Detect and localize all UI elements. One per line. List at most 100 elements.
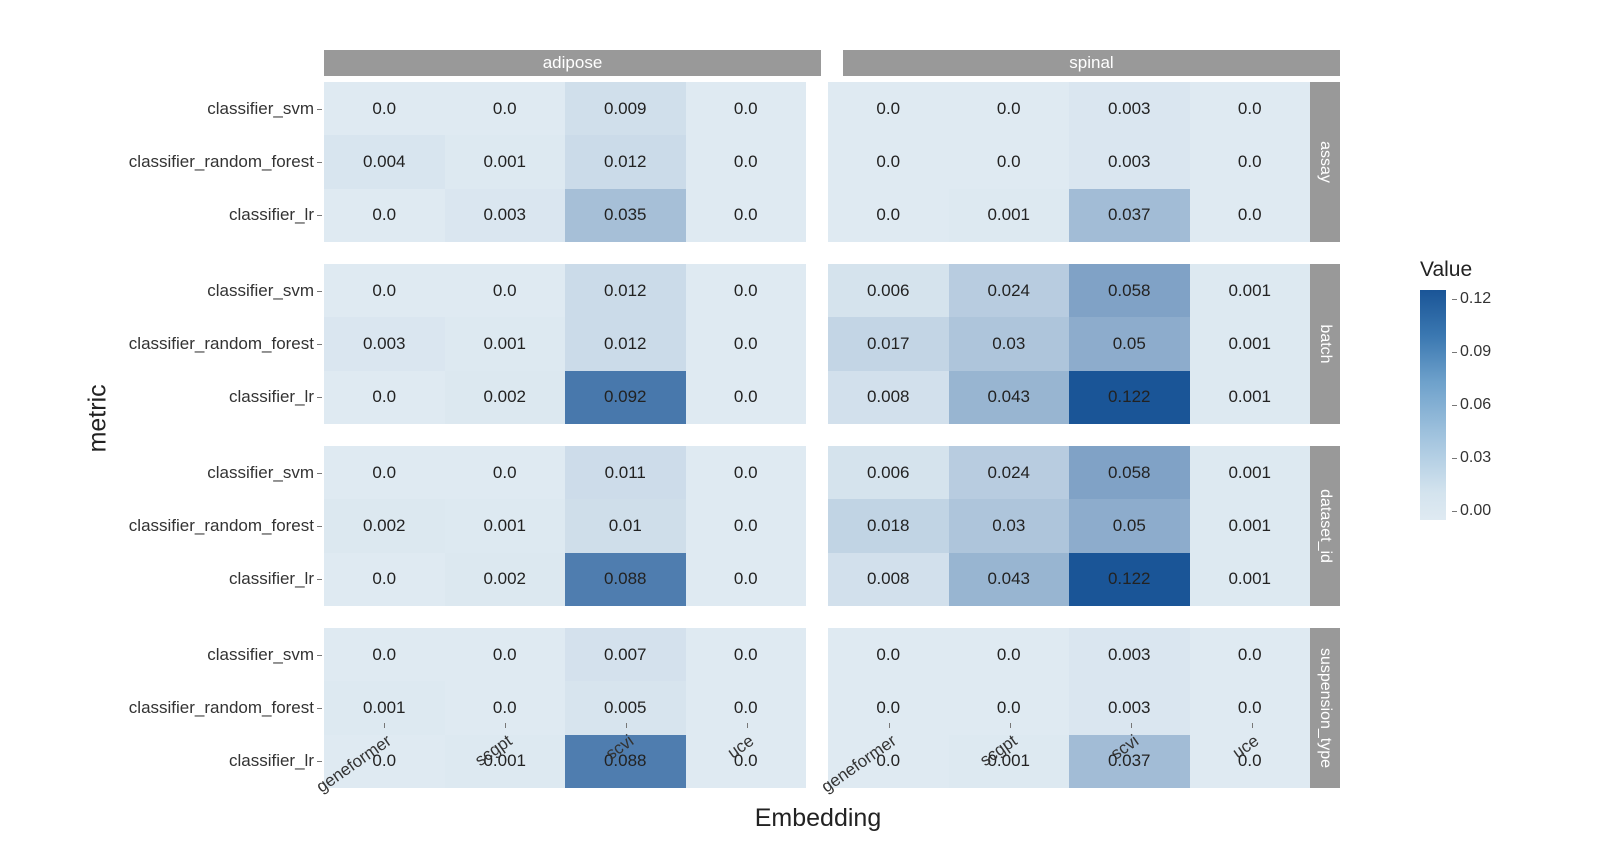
x-tick-label: uce xyxy=(686,727,807,797)
y-tick-label: classifier_lr xyxy=(116,735,324,788)
heatmap-cell: 0.035 xyxy=(565,189,686,242)
y-axis-title: metric xyxy=(84,384,113,452)
heatmap-cell: 0.0 xyxy=(324,446,445,499)
y-tick-label: classifier_lr xyxy=(116,189,324,242)
legend-tick: 0.12 xyxy=(1452,290,1491,308)
heatmap-panel: 0.00.00.0030.00.00.00.0030.00.00.0010.03… xyxy=(828,82,1310,242)
heatmap-cell: 0.006 xyxy=(828,446,949,499)
legend-tick: 0.03 xyxy=(1452,449,1491,467)
x-tick-label: scgpt xyxy=(950,727,1071,797)
heatmap-cell: 0.0 xyxy=(445,446,566,499)
heatmap-cell: 0.001 xyxy=(445,317,566,370)
heatmap-cell: 0.0 xyxy=(445,82,566,135)
heatmap-cell: 0.001 xyxy=(1190,553,1311,606)
heatmap-cell: 0.002 xyxy=(324,499,445,552)
row-strip-dataset_id: dataset_id xyxy=(1310,446,1340,606)
heatmap-cell: 0.001 xyxy=(1190,264,1311,317)
heatmap-cell: 0.0 xyxy=(1190,189,1311,242)
column-strip-adipose: adipose xyxy=(324,50,821,76)
heatmap-cell: 0.0 xyxy=(949,135,1070,188)
heatmap-cell: 0.0 xyxy=(828,628,949,681)
y-tick-label: classifier_svm xyxy=(116,628,324,681)
heatmap-cell: 0.007 xyxy=(565,628,686,681)
heatmap-panel: 0.00.00.0110.00.0020.0010.010.00.00.0020… xyxy=(324,446,806,606)
heatmap-cell: 0.024 xyxy=(949,264,1070,317)
heatmap-cell: 0.006 xyxy=(828,264,949,317)
heatmap-cell: 0.004 xyxy=(324,135,445,188)
heatmap-cell: 0.043 xyxy=(949,553,1070,606)
heatmap-cell: 0.037 xyxy=(1069,189,1190,242)
legend-title: Value xyxy=(1420,258,1560,282)
heatmap-cell: 0.122 xyxy=(1069,371,1190,424)
legend-tick: 0.06 xyxy=(1452,396,1491,414)
legend-color-bar xyxy=(1420,290,1446,520)
heatmap-cell: 0.002 xyxy=(445,553,566,606)
heatmap-cell: 0.058 xyxy=(1069,446,1190,499)
row-strip-assay: assay xyxy=(1310,82,1340,242)
heatmap-cell: 0.0 xyxy=(949,82,1070,135)
legend-tick: 0.00 xyxy=(1452,502,1491,520)
heatmap-cell: 0.092 xyxy=(565,371,686,424)
heatmap-cell: 0.001 xyxy=(1190,446,1311,499)
column-strip-row: adipose spinal xyxy=(324,50,1340,82)
heatmap-cell: 0.05 xyxy=(1069,317,1190,370)
heatmap-cell: 0.011 xyxy=(565,446,686,499)
heatmap-cell: 0.003 xyxy=(1069,82,1190,135)
faceted-heatmap-figure: metric classifier_svmclassifier_random_f… xyxy=(0,0,1600,856)
x-tick-label: scvi xyxy=(1071,727,1192,797)
heatmap-cell: 0.024 xyxy=(949,446,1070,499)
heatmap-cell: 0.001 xyxy=(949,189,1070,242)
main-area: metric classifier_svmclassifier_random_f… xyxy=(80,50,1340,810)
heatmap-cell: 0.008 xyxy=(828,371,949,424)
heatmap-cell: 0.001 xyxy=(445,135,566,188)
heatmap-cell: 0.0 xyxy=(1190,135,1311,188)
heatmap-cell: 0.0 xyxy=(686,264,807,317)
heatmap-cell: 0.017 xyxy=(828,317,949,370)
heatmap-cell: 0.0 xyxy=(686,371,807,424)
heatmap-cell: 0.0 xyxy=(1190,82,1311,135)
y-tick-label: classifier_random_forest xyxy=(116,499,324,552)
y-tick-label: classifier_lr xyxy=(116,371,324,424)
heatmap-cell: 0.0 xyxy=(324,371,445,424)
x-tick-label: scvi xyxy=(566,727,687,797)
y-axis-title-wrap: metric xyxy=(80,50,116,810)
heatmap-panel: 0.00.00.0090.00.0040.0010.0120.00.00.003… xyxy=(324,82,806,242)
y-tick-label: classifier_random_forest xyxy=(116,681,324,734)
heatmap-cell: 0.001 xyxy=(1190,317,1311,370)
heatmap-panel: 0.00.00.0120.00.0030.0010.0120.00.00.002… xyxy=(324,264,806,424)
heatmap-cell: 0.0 xyxy=(324,553,445,606)
row-strip-suspension_type: suspension_type xyxy=(1310,628,1340,788)
color-legend: Value 0.120.090.060.030.00 xyxy=(1420,258,1560,520)
heatmap-cell: 0.012 xyxy=(565,264,686,317)
facet-grid: adiposespinal 0.00.00.0090.00.0040.0010.… xyxy=(324,50,1340,810)
panels-container: 0.00.00.0090.00.0040.0010.0120.00.00.003… xyxy=(324,82,1340,810)
heatmap-cell: 0.0 xyxy=(828,82,949,135)
heatmap-cell: 0.003 xyxy=(1069,135,1190,188)
x-axis-title: Embedding xyxy=(324,804,1312,833)
heatmap-cell: 0.0 xyxy=(828,189,949,242)
heatmap-panel: 0.0060.0240.0580.0010.0180.030.050.0010.… xyxy=(828,446,1310,606)
heatmap-cell: 0.0 xyxy=(445,264,566,317)
heatmap-cell: 0.0 xyxy=(686,628,807,681)
column-strip-spinal: spinal xyxy=(843,50,1340,76)
y-tick-label: classifier_random_forest xyxy=(116,317,324,370)
heatmap-cell: 0.0 xyxy=(686,499,807,552)
y-tick-label: classifier_random_forest xyxy=(116,135,324,188)
heatmap-cell: 0.001 xyxy=(1190,371,1311,424)
heatmap-cell: 0.009 xyxy=(565,82,686,135)
heatmap-cell: 0.05 xyxy=(1069,499,1190,552)
heatmap-cell: 0.001 xyxy=(445,499,566,552)
y-axis-labels-column: classifier_svmclassifier_random_forestcl… xyxy=(116,50,324,810)
heatmap-cell: 0.003 xyxy=(324,317,445,370)
heatmap-cell: 0.001 xyxy=(1190,499,1311,552)
heatmap-cell: 0.0 xyxy=(324,264,445,317)
heatmap-cell: 0.0 xyxy=(324,628,445,681)
heatmap-cell: 0.0 xyxy=(686,135,807,188)
heatmap-cell: 0.0 xyxy=(1190,628,1311,681)
heatmap-cell: 0.058 xyxy=(1069,264,1190,317)
row-strip-batch: batch xyxy=(1310,264,1340,424)
heatmap-panel: 0.0060.0240.0580.0010.0170.030.050.0010.… xyxy=(828,264,1310,424)
y-tick-label: classifier_lr xyxy=(116,553,324,606)
heatmap-cell: 0.0 xyxy=(828,135,949,188)
y-tick-label: classifier_svm xyxy=(116,264,324,317)
